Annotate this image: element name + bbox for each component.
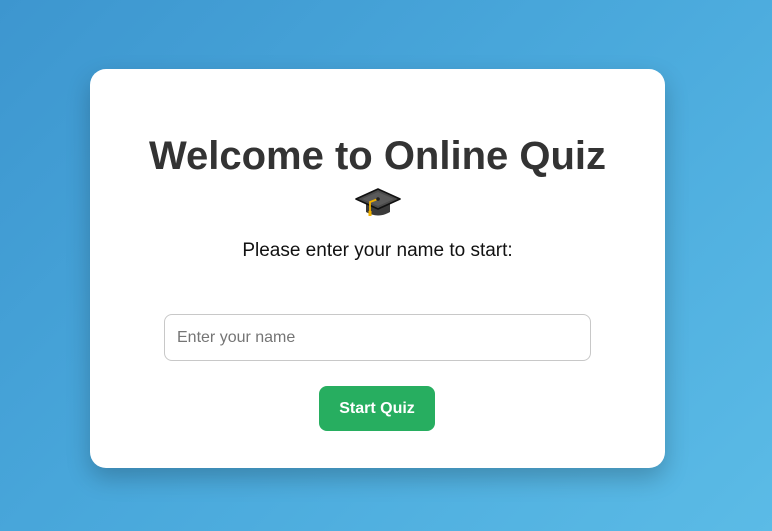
start-quiz-button[interactable]: Start Quiz (319, 386, 435, 431)
welcome-card: Welcome to Online Quiz Please enter your… (90, 69, 665, 468)
name-input[interactable] (164, 314, 591, 361)
page-title: Welcome to Online Quiz (90, 69, 665, 179)
graduation-cap-icon (90, 185, 665, 221)
instruction-text: Please enter your name to start: (242, 240, 513, 261)
page-title-text: Welcome to Online Quiz (148, 134, 607, 178)
